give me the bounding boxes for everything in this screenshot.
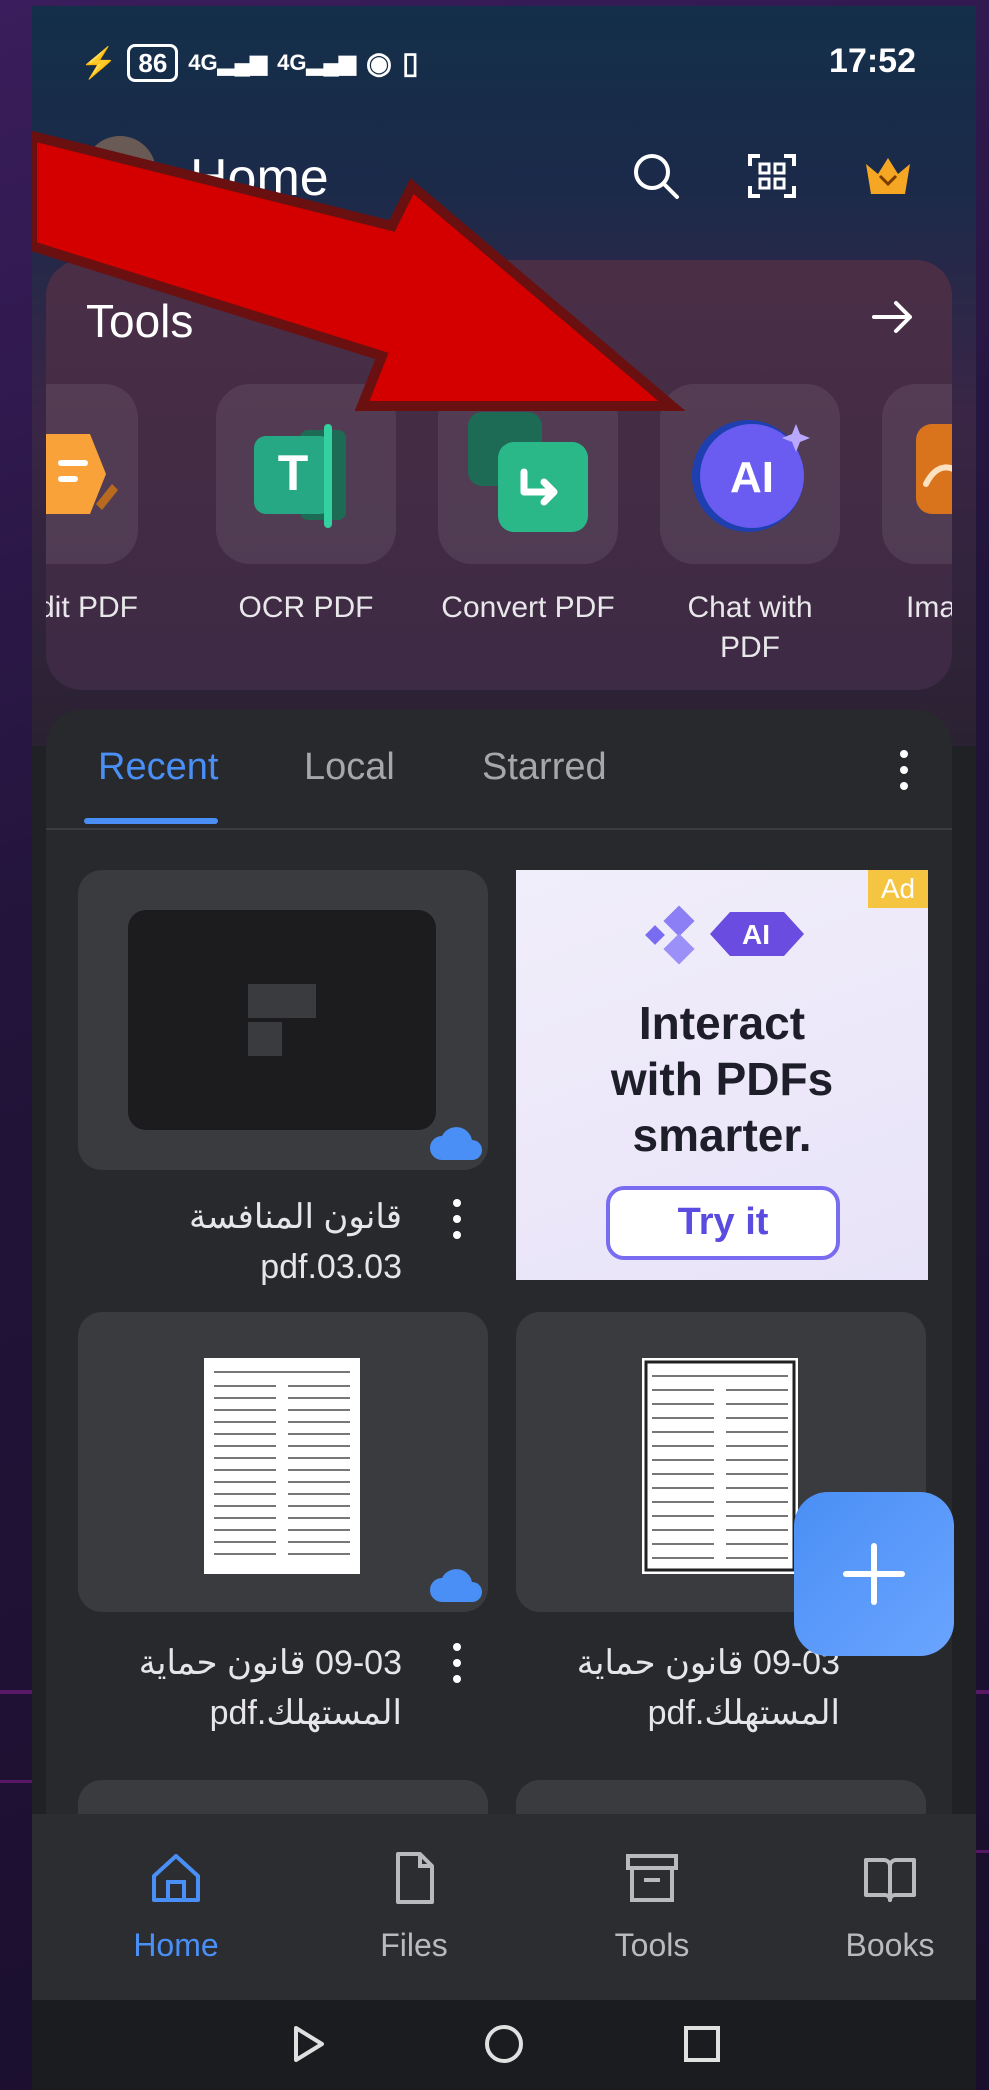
vibrate-icon: ▯	[402, 46, 419, 80]
file-thumbnail[interactable]	[78, 870, 488, 1170]
red-arrow-annotation	[32, 130, 686, 411]
more-vertical-icon[interactable]	[452, 1642, 462, 1684]
ai-logo-icon: AI	[645, 905, 804, 965]
tool-label: ImaP	[906, 591, 952, 664]
document-page-icon	[644, 1360, 796, 1572]
more-vertical-icon[interactable]	[452, 1198, 462, 1240]
active-tab-indicator	[84, 818, 218, 824]
decor-line	[0, 1780, 32, 1783]
cloud-icon	[430, 1127, 482, 1160]
book-open-icon	[864, 1858, 916, 1902]
file-preview	[642, 1358, 798, 1574]
ad-badge: Ad	[868, 870, 928, 908]
nav-label: Tools	[614, 1927, 690, 1963]
image-pdf-icon	[916, 424, 952, 514]
status-time: 17:52	[829, 42, 916, 80]
svg-text:AI: AI	[730, 453, 774, 502]
svg-text:AI: AI	[742, 919, 770, 950]
ad-try-button[interactable]: Try it	[606, 1186, 840, 1260]
ad-banner[interactable]: Ad AI Interact with PDFs smarter. Try it	[516, 870, 928, 1280]
recents-square-icon[interactable]	[678, 2020, 726, 2068]
nav-files[interactable]: Files	[314, 1850, 514, 1964]
tool-tile	[882, 384, 952, 564]
file-icon	[396, 1852, 434, 1904]
nav-label: Files	[380, 1927, 448, 1963]
document-page-icon	[214, 1371, 350, 1555]
nav-books[interactable]: Books	[790, 1850, 976, 1964]
nav-label: Home	[133, 1927, 219, 1963]
svg-text:T: T	[278, 445, 309, 501]
tab-recent[interactable]: Recent	[98, 746, 218, 789]
signal-icon-1: 4G▂▄▆	[188, 50, 268, 75]
tool-label: Convert PDF	[441, 591, 615, 624]
tool-image-pdf[interactable]: ImaP	[882, 384, 952, 668]
crown-icon[interactable]	[862, 150, 914, 202]
file-name: 09-03 قانون حماية المستهلك.pdf	[138, 1644, 402, 1732]
nav-home[interactable]: Home	[76, 1850, 276, 1964]
signal-icon-2: 4G▂▄▆	[277, 50, 356, 75]
system-navigation-bar	[32, 2000, 976, 2090]
add-fab-button[interactable]	[794, 1492, 954, 1656]
archive-box-icon	[626, 1854, 678, 1902]
decor-line	[0, 1690, 32, 1694]
tab-starred[interactable]: Starred	[482, 746, 607, 789]
hotspot-icon: ◉	[365, 46, 393, 80]
more-vertical-icon[interactable]	[898, 748, 910, 792]
blank-doc-icon	[248, 984, 316, 1056]
tool-label: OCR PDF	[238, 591, 374, 624]
file-tabs: Recent Local Starred	[46, 710, 952, 830]
home-circle-icon[interactable]	[480, 2020, 528, 2068]
scan-icon[interactable]	[746, 150, 798, 202]
charging-icon: ⚡	[80, 46, 118, 80]
bottom-navigation: Home Files Tools Books	[32, 1814, 976, 2000]
arrow-right-icon[interactable]	[868, 292, 918, 342]
file-thumbnail[interactable]	[78, 1312, 488, 1612]
nav-label: Books	[845, 1927, 935, 1963]
file-name: 09-03 قانون حماية المستهلك.pdf	[576, 1644, 840, 1732]
tool-label: dit PDF	[46, 591, 138, 624]
file-preview	[128, 910, 436, 1130]
decor-line	[976, 1850, 989, 1853]
back-triangle-icon[interactable]	[284, 2020, 332, 2068]
phone-screen: ⚡ 86 4G▂▄▆ 4G▂▄▆ ◉ ▯ 17:52 Home Tools di…	[32, 6, 976, 2090]
status-bar: ⚡ 86 4G▂▄▆ 4G▂▄▆ ◉ ▯ 17:52	[32, 6, 976, 116]
home-icon	[152, 1854, 200, 1902]
tool-label: Chat with PDF	[687, 591, 813, 664]
nav-tools[interactable]: Tools	[552, 1850, 752, 1964]
status-left: ⚡ 86 4G▂▄▆ 4G▂▄▆ ◉ ▯	[80, 44, 419, 82]
battery-level: 86	[127, 44, 179, 82]
file-name: قانون المنافسة pdf.03.03	[189, 1198, 402, 1286]
plus-icon	[843, 1543, 905, 1605]
ad-headline: Interact with PDFs smarter.	[610, 997, 834, 1161]
tab-local[interactable]: Local	[304, 746, 395, 789]
decor-line	[976, 1690, 989, 1694]
file-preview	[204, 1358, 360, 1574]
cloud-icon	[430, 1569, 482, 1602]
